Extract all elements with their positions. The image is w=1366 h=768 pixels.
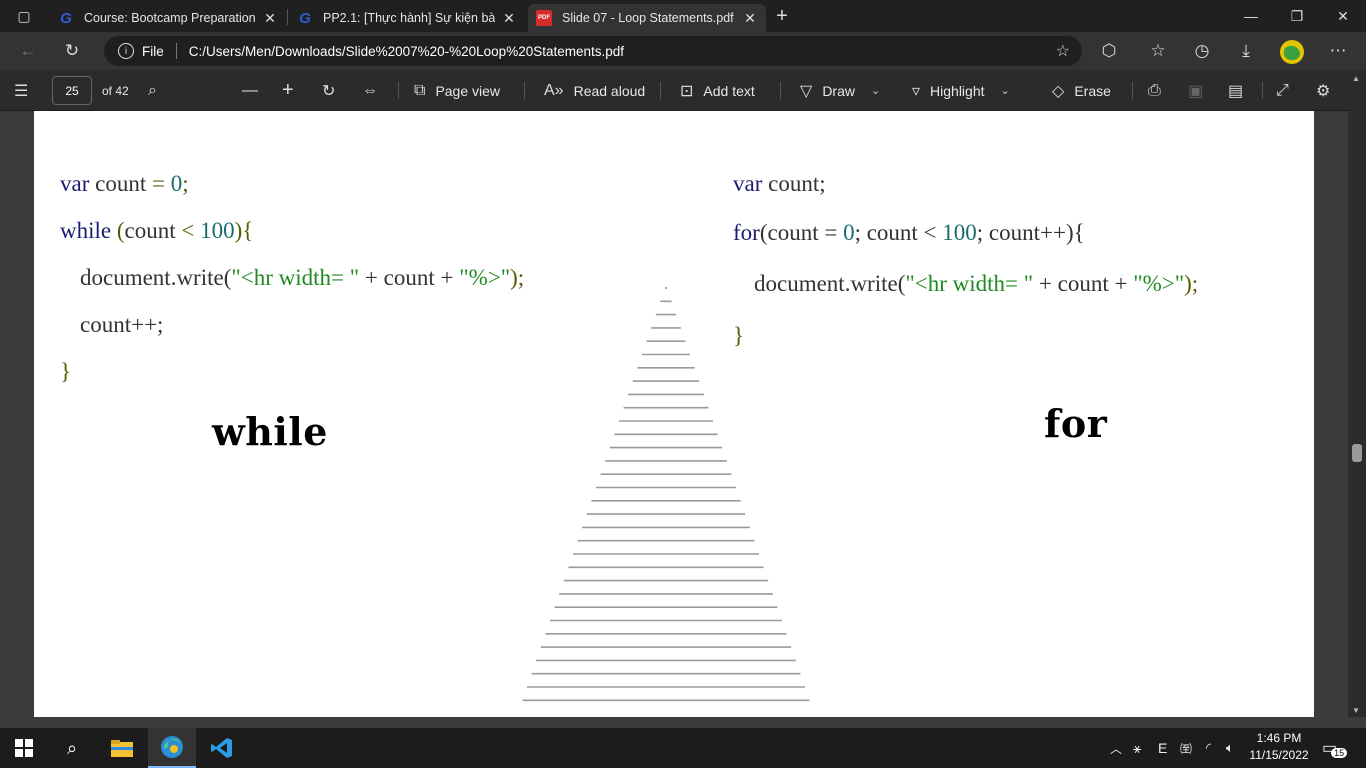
g-icon: G — [60, 9, 72, 27]
highlight-button[interactable]: ▿ Highlight ⌄ — [912, 70, 1010, 111]
new-tab-icon[interactable]: + — [760, 0, 804, 32]
page-view-label: Page view — [435, 82, 501, 99]
toolbar-divider — [780, 82, 781, 99]
show-hidden-icons-icon[interactable]: ︿ — [1110, 728, 1122, 768]
save-as-icon[interactable]: ▤ — [1228, 70, 1253, 111]
g-icon: G — [299, 9, 311, 27]
fullscreen-icon[interactable]: ⤢ — [1276, 70, 1299, 111]
close-window-icon[interactable]: ✕ — [1320, 0, 1366, 32]
notification-count-badge: 15 — [1331, 748, 1348, 758]
vertical-scrollbar[interactable]: ▲ ▼ — [1348, 70, 1366, 717]
read-aloud-label: Read aloud — [573, 82, 646, 99]
vscode-icon[interactable] — [198, 728, 246, 768]
tab-divider — [287, 9, 288, 25]
extensions-icon[interactable]: ⬡ — [1097, 39, 1121, 63]
taskbar-clock[interactable]: 1:46 PM 11/15/2022 — [1248, 730, 1310, 764]
save-icon[interactable]: ▣ — [1188, 70, 1213, 111]
page-total: of 42 — [102, 83, 129, 98]
toolbar-divider — [1262, 82, 1263, 99]
wifi-icon[interactable]: ◜ — [1206, 728, 1211, 768]
add-text-label: Add text — [703, 82, 755, 99]
search-icon[interactable]: ⌕ — [48, 728, 96, 768]
add-text-button[interactable]: ⊡ Add text — [680, 70, 755, 111]
tab-title: Course: Bootcamp Preparation 2 — [84, 11, 256, 25]
highlight-icon: ▿ — [912, 82, 921, 100]
clock-date: 11/15/2022 — [1249, 748, 1309, 762]
close-icon[interactable]: ✕ — [501, 10, 517, 27]
contents-icon[interactable]: ☰ — [14, 70, 38, 111]
erase-label: Erase — [1074, 82, 1111, 99]
notification-center-icon[interactable]: ▭ 15 — [1322, 728, 1348, 768]
browser-titlebar: ▢ G Course: Bootcamp Preparation 2 ✕ G P… — [0, 0, 1366, 32]
minimize-icon[interactable]: — — [1228, 0, 1274, 32]
refresh-icon[interactable]: ↻ — [60, 39, 84, 63]
highlight-label: Highlight — [930, 82, 985, 99]
edge-browser-icon[interactable] — [148, 728, 196, 768]
search-icon[interactable]: ⌕ — [148, 70, 167, 111]
tab-pp21[interactable]: G PP2.1: [Thực hành] Sự kiện bàn p ✕ — [289, 4, 525, 32]
address-field[interactable]: i File C:/Users/Men/Downloads/Slide%2007… — [104, 36, 1082, 66]
page-view-icon: ⧉ — [414, 81, 426, 99]
read-aloud-button[interactable]: A» Read aloud — [544, 70, 645, 111]
network-share-icon[interactable]: ⚹ — [1133, 728, 1141, 768]
tab-course-bootcamp[interactable]: G Course: Bootcamp Preparation 2 ✕ — [50, 4, 286, 32]
zoom-in-icon[interactable]: + — [282, 70, 304, 111]
erase-button[interactable]: ◇ Erase — [1052, 70, 1111, 111]
hr-pyramid-graphic — [522, 287, 810, 702]
draw-icon: ▽ — [800, 82, 813, 100]
scroll-up-icon[interactable]: ▲ — [1352, 74, 1360, 83]
url-text: C:/Users/Men/Downloads/Slide%2007%20-%20… — [188, 43, 625, 59]
input-indicator-icon[interactable]: Ε — [1158, 728, 1167, 768]
print-icon[interactable]: ⎙ — [1148, 70, 1171, 111]
pdf-icon: PDF — [536, 10, 552, 26]
tab-title: Slide 07 - Loop Statements.pdf — [562, 11, 734, 25]
toolbar-divider — [398, 82, 399, 99]
eraser-icon: ◇ — [1052, 82, 1065, 100]
history-icon[interactable]: ◷ — [1190, 39, 1214, 63]
favorites-icon[interactable]: ☆ — [1146, 39, 1170, 63]
more-icon[interactable]: ⋯ — [1326, 39, 1350, 63]
rotate-icon[interactable]: ↻ — [322, 70, 345, 111]
fit-width-icon[interactable]: ⇔ — [362, 70, 388, 111]
url-divider — [175, 43, 177, 59]
clock-time: 1:46 PM — [1256, 731, 1302, 745]
volume-icon[interactable]: 🔈︎ — [1226, 728, 1234, 768]
scrollbar-thumb[interactable] — [1352, 444, 1362, 462]
language-icon[interactable]: ㉃ — [1180, 728, 1192, 768]
pdf-page: var count = 0; while (count < 100){ docu… — [34, 111, 1314, 717]
zoom-out-icon[interactable]: — — [242, 70, 268, 111]
scheme-label: File — [142, 43, 164, 59]
close-icon[interactable]: ✕ — [742, 10, 758, 27]
file-explorer-icon[interactable] — [98, 728, 146, 768]
chevron-down-icon[interactable]: ⌄ — [871, 84, 880, 97]
address-bar-row: ← ↻ i File C:/Users/Men/Downloads/Slide%… — [0, 32, 1366, 70]
profile-avatar[interactable] — [1280, 40, 1304, 64]
page-view-button[interactable]: ⧉ Page view — [414, 70, 500, 111]
restore-icon[interactable]: ❐ — [1274, 0, 1320, 32]
back-icon[interactable]: ← — [16, 39, 40, 63]
info-icon[interactable]: i — [118, 43, 134, 59]
toolbar-divider — [660, 82, 661, 99]
text-box-icon: ⊡ — [680, 82, 694, 100]
close-icon[interactable]: ✕ — [262, 10, 278, 27]
scroll-down-icon[interactable]: ▼ — [1352, 706, 1360, 715]
read-aloud-icon: A» — [544, 81, 564, 99]
toolbar-divider — [1132, 82, 1133, 99]
pdf-toolbar: ☰ 25 of 42 ⌕ — + ↻ ⇔ ⧉ Page view A» Read… — [0, 70, 1366, 111]
page-number-input[interactable]: 25 — [52, 76, 92, 105]
windows-taskbar: ⌕ ︿ ⚹ Ε ㉃ ◜ 🔈︎ ▭ 15 — [0, 728, 1366, 768]
chevron-down-icon[interactable]: ⌄ — [1001, 84, 1010, 97]
draw-label: Draw — [822, 82, 855, 99]
toolbar-divider — [524, 82, 525, 99]
start-windows-icon[interactable] — [0, 728, 48, 768]
draw-button[interactable]: ▽ Draw ⌄ — [800, 70, 880, 111]
tab-slide-07[interactable]: PDF Slide 07 - Loop Statements.pdf ✕ — [528, 4, 766, 32]
tab-title: PP2.1: [Thực hành] Sự kiện bàn p — [323, 11, 495, 25]
add-favorite-icon[interactable]: ☆ — [1056, 41, 1070, 61]
tab-actions-icon[interactable]: ▢ — [0, 0, 48, 32]
settings-gear-icon[interactable]: ⚙ — [1316, 70, 1340, 111]
downloads-icon[interactable]: ⤓ — [1234, 39, 1258, 63]
